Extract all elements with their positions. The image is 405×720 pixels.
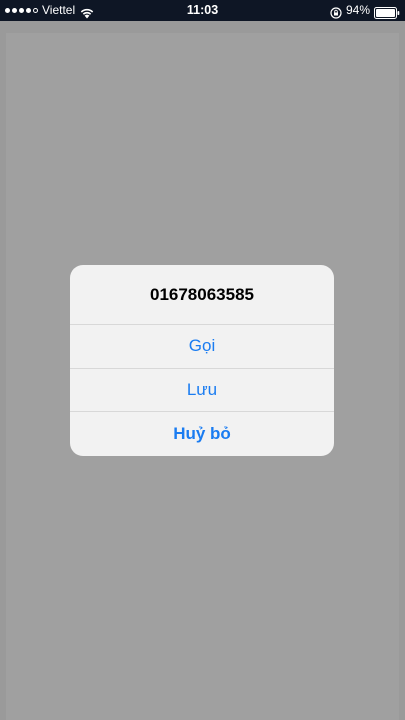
save-button[interactable]: Lưu bbox=[70, 369, 334, 412]
battery-percent: 94% bbox=[345, 3, 370, 17]
status-right: 94% bbox=[330, 0, 400, 21]
orientation-lock-icon bbox=[330, 5, 342, 19]
alert-dialog: 01678063585 Gọi Lưu Huỷ bỏ bbox=[70, 265, 334, 456]
call-button[interactable]: Gọi bbox=[70, 325, 334, 369]
status-bar: Viettel 11:03 94% bbox=[0, 0, 405, 21]
battery-icon bbox=[374, 5, 400, 19]
cancel-button[interactable]: Huỷ bỏ bbox=[70, 412, 334, 456]
phone-number-title: 01678063585 bbox=[70, 265, 334, 325]
